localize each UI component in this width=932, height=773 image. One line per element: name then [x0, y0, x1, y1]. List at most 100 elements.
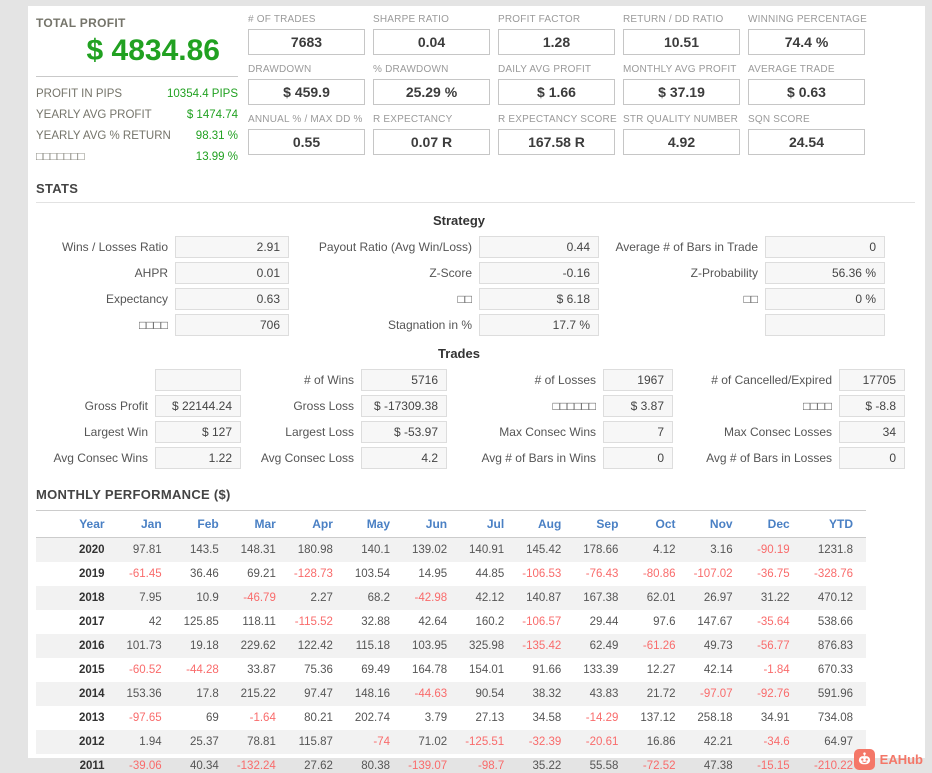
value-cell: 36.46	[189, 567, 219, 580]
value-cell: 734.08	[817, 711, 853, 724]
monthly-row: 2016 101.73 19.18 229.62 122.42 115.18 103.95 3…	[36, 633, 866, 658]
value-cell: 71.02	[418, 735, 448, 748]
column-header-may: May	[345, 510, 404, 538]
metric-value-box: 1.28	[498, 29, 615, 55]
eahub-logo[interactable]: EAHub	[853, 749, 923, 770]
value-cell: 154.01	[469, 663, 505, 676]
column-header-jul: Jul	[460, 510, 518, 538]
strategy-stat-label: Stagnation in %	[387, 318, 472, 332]
value-cell: 3.79	[424, 711, 448, 724]
column-header-aug: Aug	[517, 510, 575, 538]
year-cell: 2011	[79, 759, 105, 772]
report-content: TOTAL PROFIT $ 4834.86 PROFIT IN PIPS 103…	[28, 6, 925, 772]
value-cell: 80.21	[304, 711, 333, 724]
value-cell: 44.85	[475, 567, 505, 580]
column-header-mar: Mar	[231, 510, 289, 538]
monthly-row: 2017 42 125.85 118.11 -115.52 32.88 42.64 160.2…	[36, 610, 866, 634]
value-cell: -125.51	[465, 735, 505, 748]
value-cell: 68.2	[367, 591, 391, 604]
trades-stat-value-box: 1967	[603, 369, 673, 391]
trades-stat-value-box: $ 3.87	[603, 395, 673, 417]
year-cell: 2013	[78, 711, 105, 724]
year-cell: 2012	[78, 735, 105, 748]
value-cell: -139.07	[408, 759, 448, 772]
trades-stat-value-box: $ 22144.24	[155, 395, 241, 417]
trades-stat-label: # of Losses	[534, 373, 596, 387]
summary-row: □□□□□□□ 13.99 %	[36, 147, 238, 168]
value-cell: 876.83	[817, 639, 853, 652]
value-cell: -44.63	[414, 687, 448, 700]
value-cell: 4.12	[653, 543, 676, 556]
value-cell: -61.45	[129, 567, 162, 580]
year-cell: 2017	[78, 615, 105, 628]
column-header-jun: Jun	[403, 510, 461, 538]
metric-label: RETURN / DD RATIO	[623, 14, 724, 25]
eahub-logo-text: EAHub	[879, 752, 923, 767]
value-cell: 27.13	[475, 711, 505, 724]
trades-stat-label: Gross Profit	[84, 399, 148, 413]
value-cell: -106.57	[522, 615, 562, 628]
metric-label: R EXPECTANCY	[373, 114, 453, 125]
value-cell: -36.75	[757, 567, 790, 580]
metric-cell: STR QUALITY NUMBER 4.92	[623, 114, 740, 155]
trades-stat-value-box: 34	[839, 421, 905, 443]
trades-stat-label: Avg # of Bars in Wins	[481, 451, 597, 465]
summary-row-label: □□□□□□□	[36, 151, 85, 163]
year-cell: 2018	[78, 591, 105, 604]
value-cell: 62.01	[646, 591, 676, 604]
trades-stat-label: Avg Consec Wins	[53, 451, 148, 465]
metric-cell: RETURN / DD RATIO 10.51	[623, 14, 740, 55]
value-cell: 43.83	[589, 687, 619, 700]
value-cell: -44.28	[186, 663, 219, 676]
monthly-row: 2011 -39.06 40.34 -132.24 27.62 80.38 -139.07 -…	[36, 754, 866, 773]
metric-value-box: 25.29 %	[373, 79, 490, 105]
value-cell: 38.32	[532, 687, 562, 700]
strategy-stat-value-box: 17.7 %	[479, 314, 599, 336]
value-cell: -74	[373, 735, 391, 748]
strategy-stats-grid: Wins / Losses Ratio 2.91 Payout Ratio (Avg…	[36, 236, 885, 336]
value-cell: 42.21	[703, 735, 733, 748]
trades-stat-value-box: 0	[603, 447, 673, 469]
value-cell: 31.22	[760, 591, 790, 604]
metric-label: DRAWDOWN	[248, 64, 312, 75]
metric-cell: SHARPE RATIO 0.04	[373, 14, 490, 55]
strategy-stat-value-box: 706	[175, 314, 289, 336]
column-header-sep: Sep	[574, 510, 632, 538]
trades-stat-value-box	[155, 369, 241, 391]
total-profit-value: $ 4834.86	[36, 30, 238, 77]
value-cell: 34.58	[532, 711, 562, 724]
trades-stat-label: Largest Loss	[285, 425, 354, 439]
strategy-stat-label: Payout Ratio (Avg Win/Loss)	[318, 240, 472, 254]
summary-row-label: PROFIT IN PIPS	[36, 88, 123, 100]
profit-summary-rows: PROFIT IN PIPS 10354.4 PIPS YEARLY AVG PRO…	[36, 84, 238, 168]
value-cell: -97.65	[129, 711, 162, 724]
value-cell: 55.58	[589, 759, 619, 772]
summary-row-value: 10354.4 PIPS	[167, 88, 238, 100]
metric-value-box: 0.04	[373, 29, 490, 55]
strategy-report-page: TOTAL PROFIT $ 4834.86 PROFIT IN PIPS 103…	[0, 0, 932, 773]
metric-label: R EXPECTANCY SCORE	[498, 114, 617, 125]
value-cell: 591.96	[817, 687, 853, 700]
value-cell: 1.94	[139, 735, 162, 748]
metric-value-box: 4.92	[623, 129, 740, 155]
year-cell: 2016	[78, 639, 105, 652]
value-cell: -135.42	[522, 639, 562, 652]
value-cell: 3.16	[710, 543, 733, 556]
metric-cell: WINNING PERCENTAGE 74.4 %	[748, 14, 867, 55]
monthly-row: 2013 -97.65 69 -1.64 80.21 202.74 3.79 27.13 34.…	[36, 706, 866, 730]
value-cell: -42.98	[414, 591, 448, 604]
value-cell: 160.2	[475, 615, 505, 628]
metric-label: ANNUAL % / MAX DD %	[248, 114, 363, 125]
column-header-nov: Nov	[688, 510, 746, 538]
value-cell: 16.86	[646, 735, 676, 748]
metric-value-box: 0.55	[248, 129, 365, 155]
value-cell: 103.95	[411, 639, 448, 652]
summary-row-label: YEARLY AVG PROFIT	[36, 109, 152, 121]
value-cell: -14.29	[585, 711, 619, 724]
metric-label: AVERAGE TRADE	[748, 64, 835, 75]
year-cell: 2014	[78, 687, 105, 700]
value-cell: 90.54	[475, 687, 505, 700]
value-cell: -92.76	[757, 687, 790, 700]
strategy-stat-label: Z-Probability	[690, 266, 758, 280]
value-cell: 42.64	[418, 615, 448, 628]
